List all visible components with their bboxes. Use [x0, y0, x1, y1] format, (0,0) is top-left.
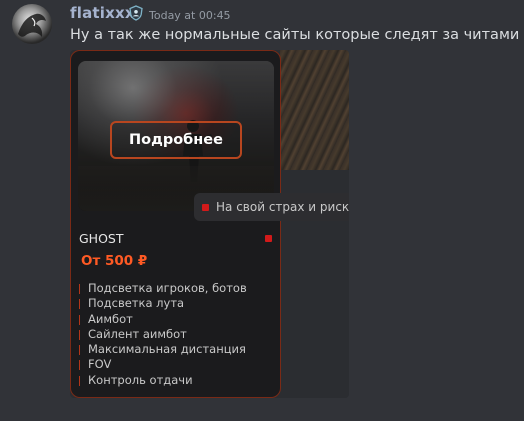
risk-label: На свой страх и риск — [216, 200, 349, 214]
status-indicator-icon — [265, 235, 272, 242]
feature-item: Аимбот — [79, 312, 247, 327]
feature-item: Подсветка лута — [79, 296, 247, 311]
user-avatar[interactable] — [12, 4, 52, 44]
feature-item: Максимальная дистанция — [79, 342, 247, 357]
product-card[interactable]: Подробнее GHOST От 500 ₽ Подсветка игрок… — [70, 50, 281, 398]
risk-badge: На свой страх и риск — [194, 193, 349, 221]
product-price: От 500 ₽ — [81, 253, 148, 269]
role-shield-icon[interactable] — [128, 5, 144, 21]
author-name[interactable]: flatixxx — [70, 4, 135, 22]
feature-item: Контроль отдачи — [79, 373, 247, 388]
feature-list: Подсветка игроков, ботов Подсветка лута … — [79, 281, 247, 388]
feature-item: FOV — [79, 357, 247, 372]
product-name: GHOST — [79, 231, 124, 246]
message-text: Ну а так же нормальные сайты которые сле… — [70, 27, 520, 43]
feature-item: Подсветка игроков, ботов — [79, 281, 247, 296]
embed-background-image — [280, 50, 349, 170]
feature-item: Сайлент аимбот — [79, 327, 247, 342]
chat-message: flatixxx Today at 00:45 Ну а так же норм… — [0, 0, 524, 421]
details-button[interactable]: Подробнее — [110, 121, 242, 159]
message-timestamp[interactable]: Today at 00:45 — [149, 9, 231, 22]
risk-indicator-icon — [202, 203, 209, 211]
link-embed[interactable]: Подробнее GHOST От 500 ₽ Подсветка игрок… — [70, 50, 349, 398]
